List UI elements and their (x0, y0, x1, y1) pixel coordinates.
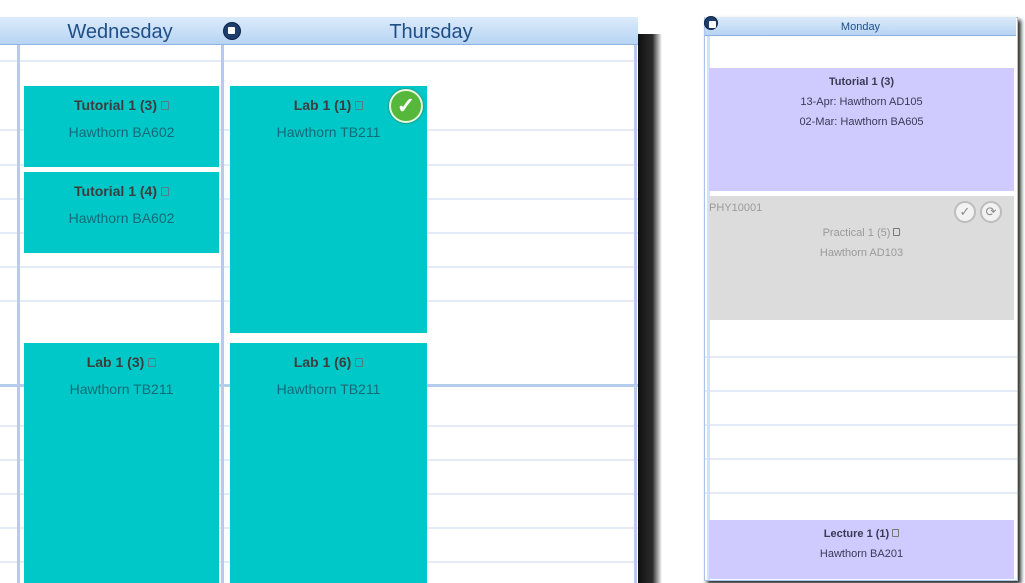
grid-line (0, 60, 638, 62)
day-header-thursday: Thursday (224, 17, 638, 45)
event-location: Hawthorn BA201 (819, 548, 904, 560)
swap-icon[interactable]: ⟳ (980, 201, 1002, 223)
note-icon (160, 187, 169, 196)
event-location: Hawthorn BA602 (68, 124, 175, 140)
day-label: Monday (840, 21, 881, 33)
event-location: 13-Apr: Hawthorn AD105 (800, 96, 923, 108)
note-icon (355, 101, 364, 110)
event-title-row: Tutorial 1 (3) (24, 97, 219, 113)
event-title: Lecture 1 (1) (823, 528, 890, 540)
event-location: Hawthorn TB211 (69, 381, 174, 397)
day-header-wednesday: Wednesday (0, 17, 224, 45)
note-icon (160, 101, 169, 110)
event-tutorial-3-monday[interactable]: Tutorial 1 (3) 13-Apr: Hawthorn AD105 02… (709, 68, 1014, 191)
check-icon[interactable]: ✓ (389, 89, 423, 123)
event-location: Hawthorn BA602 (68, 210, 175, 226)
event-location: 02-Mar: Hawthorn BA605 (799, 116, 924, 128)
day-divider (221, 17, 224, 583)
day-divider (634, 17, 637, 583)
event-location: Hawthorn TB211 (276, 381, 381, 397)
event-title-row: Practical 1 (5) (709, 227, 1014, 239)
event-title: Practical 1 (5) (822, 227, 891, 239)
event-title: Lab 1 (6) (293, 354, 352, 370)
event-location: Hawthorn AD103 (819, 247, 904, 259)
event-title-row: Lecture 1 (1) (709, 528, 1014, 540)
event-tutorial-4[interactable]: Tutorial 1 (4) Hawthorn BA602 (24, 172, 219, 253)
event-lab-3[interactable]: Lab 1 (3) Hawthorn TB211 (24, 343, 219, 583)
panel-shadow (638, 34, 662, 583)
event-title-row: Tutorial 1 (3) (709, 76, 1014, 88)
event-title-row: Lab 1 (6) (230, 354, 427, 370)
note-icon (148, 358, 157, 367)
event-lab-1[interactable]: Lab 1 (1) Hawthorn TB211 (230, 86, 427, 333)
grid-line (705, 356, 1017, 358)
note-icon (355, 358, 364, 367)
grid-line (705, 424, 1017, 426)
event-title-row: Lab 1 (3) (24, 354, 219, 370)
nav-arrow-icon[interactable] (223, 22, 241, 40)
nav-arrow-icon[interactable] (704, 16, 718, 30)
day-header-monday: Monday (705, 17, 1016, 36)
grid-line (705, 492, 1017, 494)
event-tutorial-3[interactable]: Tutorial 1 (3) Hawthorn BA602 (24, 86, 219, 167)
event-title: Tutorial 1 (3) (828, 76, 895, 88)
check-icon[interactable]: ✓ (954, 201, 976, 223)
note-icon (893, 228, 901, 236)
event-lab-6[interactable]: Lab 1 (6) Hawthorn TB211 (230, 343, 427, 583)
event-title: Lab 1 (1) (293, 97, 352, 113)
event-title-row: Tutorial 1 (4) (24, 183, 219, 199)
course-code: PHY10001 (709, 202, 763, 214)
event-location: Hawthorn TB211 (276, 124, 381, 140)
day-label: Thursday (389, 21, 473, 43)
event-title: Tutorial 1 (3) (74, 97, 157, 113)
grid-line (705, 390, 1017, 392)
note-icon (892, 529, 900, 537)
grid-line (705, 458, 1017, 460)
day-divider (17, 17, 20, 583)
event-title: Lab 1 (3) (86, 354, 145, 370)
event-title: Tutorial 1 (4) (74, 183, 157, 199)
day-label: Wednesday (67, 21, 173, 43)
event-lecture-1[interactable]: Lecture 1 (1) Hawthorn BA201 (709, 520, 1014, 579)
